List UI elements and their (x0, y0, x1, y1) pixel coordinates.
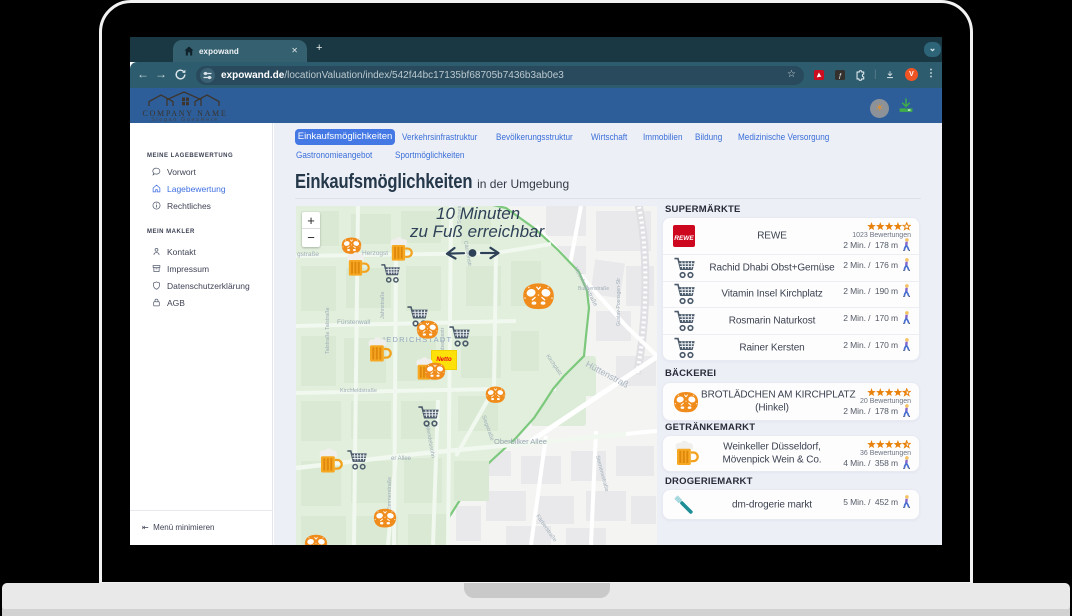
svg-text:Kirchfeldstraße: Kirchfeldstraße (340, 388, 377, 394)
svg-text:Fürstenwall: Fürstenwall (337, 319, 371, 326)
svg-text:Gustav-Poensgen-Str: Gustav-Poensgen-Str (616, 278, 622, 326)
svg-text:Talstraße Talstraße: Talstraße Talstraße (325, 307, 331, 354)
svg-text:gstraße: gstraße (297, 251, 319, 258)
svg-text:er Allee: er Allee (391, 456, 412, 462)
svg-text:Oberbilker Allee: Oberbilker Allee (494, 437, 547, 446)
svg-text:Jahnstraße: Jahnstraße (380, 291, 386, 319)
svg-text:Bunsenstraße: Bunsenstraße (578, 286, 609, 292)
svg-text:ƒ: ƒ (838, 73, 842, 80)
svg-text:Zimmerstraße: Zimmerstraße (387, 477, 393, 511)
